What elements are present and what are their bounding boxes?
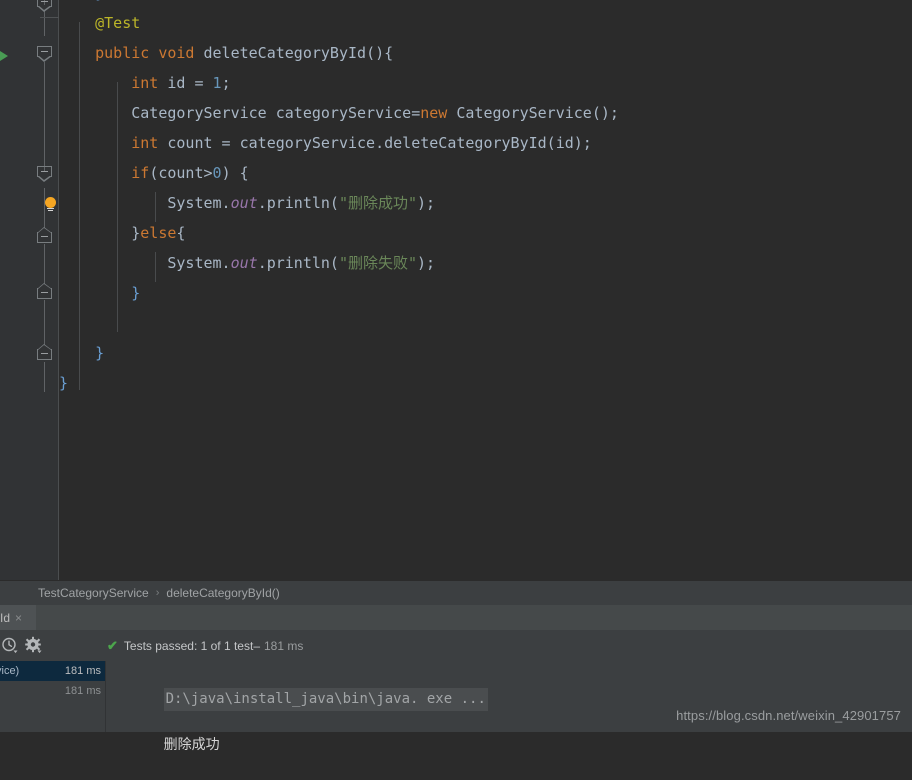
code-token: void [158,44,195,62]
code-line: } [59,278,912,308]
code-token: } [95,344,105,362]
run-tab-label: yId [0,610,11,625]
code-line: @Test [59,8,912,38]
console-output-line: 删除成功 [163,737,220,753]
console-command-line: D:\java\install_java\bin\java. exe ... [163,688,488,711]
editor-gutter[interactable] [16,0,59,580]
breadcrumb-method[interactable]: deleteCategoryById() [166,586,279,600]
test-status-text: Tests passed: 1 of 1 test [123,638,254,653]
code-token: public [95,44,150,62]
run-test-arrow-icon[interactable] [0,51,8,61]
test-results-tree[interactable]: vice) 181 ms 181 ms [0,661,105,732]
code-token: ) { [221,164,249,182]
test-tree-row[interactable]: vice) 181 ms [0,661,105,681]
code-text-area[interactable]: } @Test public void deleteCategoryById()… [59,0,912,580]
code-token: new [420,104,448,122]
run-toolbar[interactable] [0,630,92,661]
fold-marker-collapse[interactable] [37,0,52,12]
code-token: CategoryService(); [447,104,619,122]
test-tree-row-duration: 181 ms [64,685,101,697]
code-token: id = [158,74,213,92]
code-token: CategoryService categoryService= [131,104,421,122]
fold-marker-expand[interactable] [37,283,52,299]
test-tree-row-duration: 181 ms [64,665,101,677]
code-token: (){ [366,44,394,62]
code-token: } [131,224,141,242]
code-editor[interactable]: } @Test public void deleteCategoryById()… [0,0,912,580]
check-icon: ✔ [107,637,118,653]
code-token: System. [167,254,231,272]
fold-region-line [44,62,45,172]
code-token: @Test [95,14,141,32]
code-token: } [59,374,69,392]
code-token: "删除失败" [338,254,418,272]
code-token: .println( [257,194,339,212]
run-status-row: ✔ Tests passed: 1 of 1 test – 181 ms [0,630,912,662]
code-token: out [230,194,258,212]
code-token: .println( [257,254,339,272]
code-token: } [131,284,141,302]
code-token: ); [417,194,436,212]
code-token: deleteCategoryById [203,44,367,62]
code-token: int [131,74,159,92]
breadcrumb[interactable]: TestCategoryService › deleteCategoryById… [0,580,912,605]
code-line: if(count>0) { [59,158,912,188]
code-token: 0 [212,164,222,182]
test-status-dash: – [253,638,260,653]
fold-marker-collapse[interactable] [37,46,52,62]
test-tree-row-name: vice) [0,665,20,677]
code-token: ); [417,254,436,272]
close-icon[interactable]: × [15,612,22,624]
gear-icon[interactable] [24,636,44,656]
test-tree-row[interactable]: 181 ms [0,681,105,701]
breadcrumb-class[interactable]: TestCategoryService [38,586,149,600]
code-token: (count> [149,164,213,182]
fold-region-line [44,244,45,284]
code-line: int id = 1; [59,68,912,98]
test-status: ✔ Tests passed: 1 of 1 test – 181 ms [107,630,303,661]
code-token: } [95,0,104,2]
code-line: CategoryService categoryService=new Cate… [59,98,912,128]
code-token: System. [167,194,231,212]
editor-annotation-strip[interactable] [0,0,16,580]
fold-marker-expand[interactable] [37,344,52,360]
fold-region-line [44,362,45,392]
code-line: public void deleteCategoryById(){ [59,38,912,68]
watermark-url: https://blog.csdn.net/weixin_42901757 [676,708,901,723]
code-token: if [131,164,150,182]
intention-bulb-icon[interactable] [44,197,58,213]
fold-region-line [44,300,45,346]
code-line: } [59,0,912,8]
test-status-duration: 181 ms [264,638,304,653]
code-line: } [59,368,912,398]
fold-marker-collapse[interactable] [37,166,52,182]
history-clock-icon[interactable] [0,636,20,656]
code-token: 1 [212,74,222,92]
source-code: } @Test public void deleteCategoryById()… [59,0,912,398]
code-token: int [131,134,159,152]
code-line: int count = categoryService.deleteCatego… [59,128,912,158]
code-token: out [230,254,258,272]
code-token: { [176,224,186,242]
run-tab-row: yId × [0,605,912,631]
code-line: System.out.println("删除失败"); [59,248,912,278]
code-token: count = categoryService.deleteCategoryBy… [158,134,592,152]
breadcrumb-separator-icon: › [155,587,160,599]
run-tool-window: yId × [0,605,912,753]
code-line: } [59,338,912,368]
run-tab-active[interactable]: yId × [0,605,36,630]
fold-marker-expand[interactable] [37,227,52,243]
code-token: else [140,224,177,242]
code-line: System.out.println("删除成功"); [59,188,912,218]
run-tab-row-filler [36,605,912,631]
code-line: }else{ [59,218,912,248]
code-token: "删除成功" [338,194,418,212]
code-token: ; [221,74,231,92]
ide-window: } @Test public void deleteCategoryById()… [0,0,912,753]
